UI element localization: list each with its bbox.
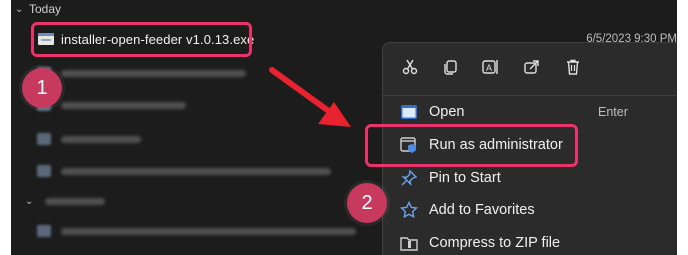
chevron-down-icon: ⌄ bbox=[25, 195, 34, 207]
menu-item-add-to-favorites[interactable]: Add to Favorites bbox=[383, 194, 677, 226]
group-header-today[interactable]: ⌄ Today bbox=[15, 0, 61, 18]
rename-icon[interactable]: A bbox=[479, 55, 503, 79]
redacted-text bbox=[61, 227, 356, 235]
step-badge-1: 1 bbox=[22, 68, 62, 108]
redacted-text bbox=[61, 101, 186, 109]
menu-item-compress-to-zip[interactable]: Compress to ZIP file bbox=[383, 227, 677, 255]
file-icon bbox=[37, 225, 51, 237]
menu-item-label: Compress to ZIP file bbox=[429, 235, 561, 251]
file-icon bbox=[37, 165, 51, 177]
cut-icon[interactable] bbox=[398, 55, 422, 79]
open-window-icon bbox=[401, 105, 417, 119]
menu-item-label: Pin to Start bbox=[429, 170, 501, 186]
redacted-text bbox=[61, 69, 246, 77]
pin-icon bbox=[401, 169, 418, 187]
zip-folder-icon bbox=[400, 237, 418, 251]
chevron-down-icon: ⌄ bbox=[15, 3, 24, 15]
menu-item-label: Add to Favorites bbox=[429, 202, 535, 218]
group-header-label: Today bbox=[29, 2, 62, 16]
delete-icon[interactable] bbox=[561, 55, 585, 79]
run-as-admin-highlight-box bbox=[365, 124, 578, 167]
file-icon bbox=[37, 133, 51, 145]
star-icon bbox=[400, 201, 418, 219]
menu-item-label: Open bbox=[429, 104, 465, 120]
copy-icon[interactable] bbox=[438, 55, 462, 79]
redacted-text bbox=[61, 135, 141, 143]
step-badge-2: 2 bbox=[347, 183, 387, 223]
share-icon[interactable] bbox=[520, 55, 544, 79]
redacted-text bbox=[61, 167, 331, 175]
redacted-text bbox=[45, 197, 105, 205]
file-highlight-box bbox=[31, 22, 252, 57]
menu-item-shortcut: Enter bbox=[598, 105, 628, 119]
context-menu-toolbar: A bbox=[383, 43, 677, 91]
svg-text:A: A bbox=[486, 63, 492, 73]
